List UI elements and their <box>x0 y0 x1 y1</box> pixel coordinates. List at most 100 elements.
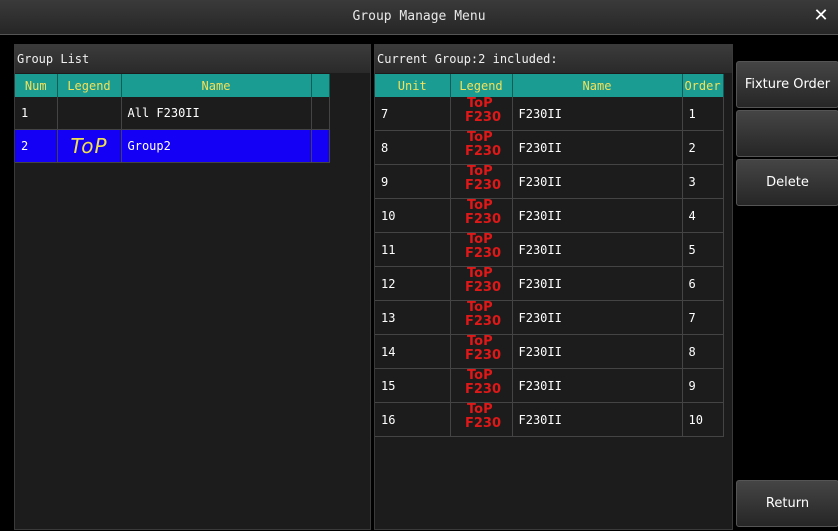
logo-line2: F230 <box>465 348 502 363</box>
unit-order: 9 <box>682 368 724 403</box>
logo-line1: ToP <box>467 232 493 247</box>
top-f230-logo-icon: ToP F230 <box>463 130 502 161</box>
unit-row[interactable]: 8 ToP F230 F230II 2 <box>375 130 724 165</box>
top-f230-logo-icon: ToP F230 <box>463 232 502 263</box>
unit-order: 6 <box>682 266 724 301</box>
group-name: All F230II <box>121 97 312 130</box>
logo-line1: ToP <box>467 368 493 383</box>
delete-button[interactable]: Delete <box>736 159 838 206</box>
unit-number: 8 <box>375 130 451 165</box>
unit-order: 4 <box>682 198 724 233</box>
logo-line1: ToP <box>467 402 493 417</box>
unit-order: 3 <box>682 164 724 199</box>
unit-number: 11 <box>375 232 451 267</box>
current-group-panel: Current Group:2 included: Unit Legend Na… <box>374 44 733 530</box>
logo-line1: ToP <box>467 198 493 213</box>
group-legend <box>57 97 122 130</box>
logo-line1: ToP <box>467 164 493 179</box>
unit-row[interactable]: 10 ToP F230 F230II 4 <box>375 198 724 233</box>
logo-line2: F230 <box>465 280 502 295</box>
unit-number: 9 <box>375 164 451 199</box>
return-button[interactable]: Return <box>736 480 838 527</box>
current-group-table: Unit Legend Name Order 7 ToP F230 F230II 1 8 T… <box>375 74 724 437</box>
group-row[interactable]: 2 ToP Group2 <box>15 129 330 163</box>
unit-number: 12 <box>375 266 451 301</box>
blank-button[interactable] <box>736 110 838 157</box>
column-header-order: Order <box>682 74 724 97</box>
group-name: Group2 <box>121 129 312 163</box>
logo-line1: ToP <box>467 334 493 349</box>
unit-legend: ToP F230 <box>450 402 513 437</box>
unit-name: F230II <box>512 266 683 301</box>
logo-line1: ToP <box>467 300 493 315</box>
group-row-spacer <box>311 129 330 163</box>
top-f230-logo-icon: ToP F230 <box>463 198 502 229</box>
current-group-header: Current Group:2 included: <box>375 45 732 73</box>
unit-legend: ToP F230 <box>450 368 513 403</box>
group-list-panel: Group List Num Legend Name 1 All F230II 2 T… <box>14 44 371 530</box>
unit-legend: ToP F230 <box>450 130 513 165</box>
group-num: 2 <box>15 129 58 163</box>
column-header-name: Name <box>512 74 683 97</box>
unit-row[interactable]: 12 ToP F230 F230II 6 <box>375 266 724 301</box>
unit-number: 14 <box>375 334 451 369</box>
unit-row[interactable]: 15 ToP F230 F230II 9 <box>375 368 724 403</box>
unit-row[interactable]: 16 ToP F230 F230II 10 <box>375 402 724 437</box>
unit-row[interactable]: 11 ToP F230 F230II 5 <box>375 232 724 267</box>
group-legend: ToP <box>57 129 122 163</box>
group-list-column-headers: Num Legend Name <box>15 74 330 97</box>
group-row-spacer <box>311 97 330 130</box>
logo-line2: F230 <box>465 144 502 159</box>
unit-name: F230II <box>512 130 683 165</box>
unit-name: F230II <box>512 232 683 267</box>
column-header-num: Num <box>15 74 58 97</box>
unit-legend: ToP F230 <box>450 164 513 199</box>
unit-number: 15 <box>375 368 451 403</box>
column-header-legend: Legend <box>450 74 513 97</box>
unit-row[interactable]: 13 ToP F230 F230II 7 <box>375 300 724 335</box>
unit-name: F230II <box>512 97 683 131</box>
logo-line1: ToP <box>467 96 493 111</box>
top-logo-icon: ToP <box>70 134 108 158</box>
unit-name: F230II <box>512 334 683 369</box>
logo-line2: F230 <box>465 246 502 261</box>
top-f230-logo-icon: ToP F230 <box>463 402 501 433</box>
unit-number: 16 <box>375 402 451 437</box>
group-row[interactable]: 1 All F230II <box>15 97 330 130</box>
group-list-table: Num Legend Name 1 All F230II 2 ToP Group2 <box>15 74 330 163</box>
logo-line2: F230 <box>465 110 502 125</box>
unit-order: 8 <box>682 334 724 369</box>
column-header-name: Name <box>121 74 312 97</box>
unit-order: 5 <box>682 232 724 267</box>
fixture-order-button[interactable]: Fixture Order <box>736 61 838 108</box>
unit-number: 10 <box>375 198 451 233</box>
top-f230-logo-icon: ToP F230 <box>463 266 502 297</box>
logo-line1: ToP <box>467 266 493 281</box>
group-list-header: Group List <box>15 45 370 73</box>
column-header-unit: Unit <box>375 74 451 97</box>
unit-legend: ToP F230 <box>450 198 513 233</box>
logo-line2: F230 <box>465 382 502 397</box>
unit-row[interactable]: 14 ToP F230 F230II 8 <box>375 334 724 369</box>
unit-name: F230II <box>512 300 683 335</box>
logo-line2: F230 <box>465 212 502 227</box>
unit-number: 13 <box>375 300 451 335</box>
unit-name: F230II <box>512 198 683 233</box>
unit-row[interactable]: 7 ToP F230 F230II 1 <box>375 96 724 131</box>
unit-row[interactable]: 9 ToP F230 F230II 3 <box>375 164 724 199</box>
group-num: 1 <box>15 97 58 130</box>
unit-name: F230II <box>512 368 683 403</box>
top-f230-logo-icon: ToP F230 <box>463 96 502 127</box>
logo-line2: F230 <box>465 178 502 193</box>
unit-order: 1 <box>682 97 724 131</box>
unit-number: 7 <box>375 97 451 131</box>
unit-legend: ToP F230 <box>450 232 513 267</box>
unit-legend: ToP F230 <box>450 96 513 131</box>
logo-line2: F230 <box>465 314 502 329</box>
title-bar: Group Manage Menu ✕ <box>0 0 838 35</box>
unit-legend: ToP F230 <box>450 300 513 335</box>
close-icon[interactable]: ✕ <box>808 3 834 29</box>
column-header-spacer <box>311 74 330 97</box>
unit-name: F230II <box>512 164 683 199</box>
logo-line1: ToP <box>467 130 493 145</box>
